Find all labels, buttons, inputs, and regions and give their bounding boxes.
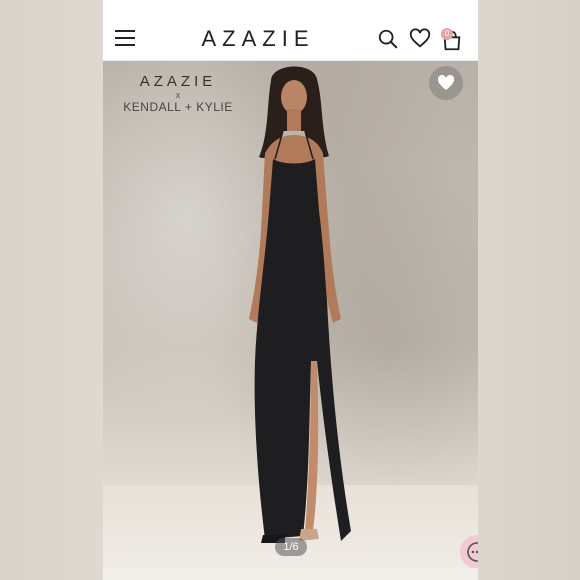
chat-button[interactable]	[460, 535, 478, 569]
product-image-carousel[interactable]: AZAZIE x KENDALL + KYLIE 1/6	[103, 61, 478, 580]
image-counter: 1/6	[275, 538, 307, 556]
brand-logo[interactable]: AZAZIE	[188, 26, 328, 52]
cart-count-badge: 0	[441, 28, 453, 40]
model-wearing-black-gown	[249, 66, 351, 543]
favorite-button[interactable]	[429, 66, 463, 100]
heart-outline-icon[interactable]	[409, 28, 431, 50]
mobile-screen: AZAZIE 0 AZAZIE x KENDALL + KYLIE 1/6	[103, 0, 478, 580]
bottom-bar	[103, 568, 478, 580]
heart-filled-icon	[437, 74, 455, 90]
site-header: AZAZIE 0	[103, 0, 478, 61]
chat-bubble-icon	[467, 542, 478, 562]
search-icon[interactable]	[377, 28, 399, 50]
hamburger-menu-icon[interactable]	[115, 30, 135, 46]
